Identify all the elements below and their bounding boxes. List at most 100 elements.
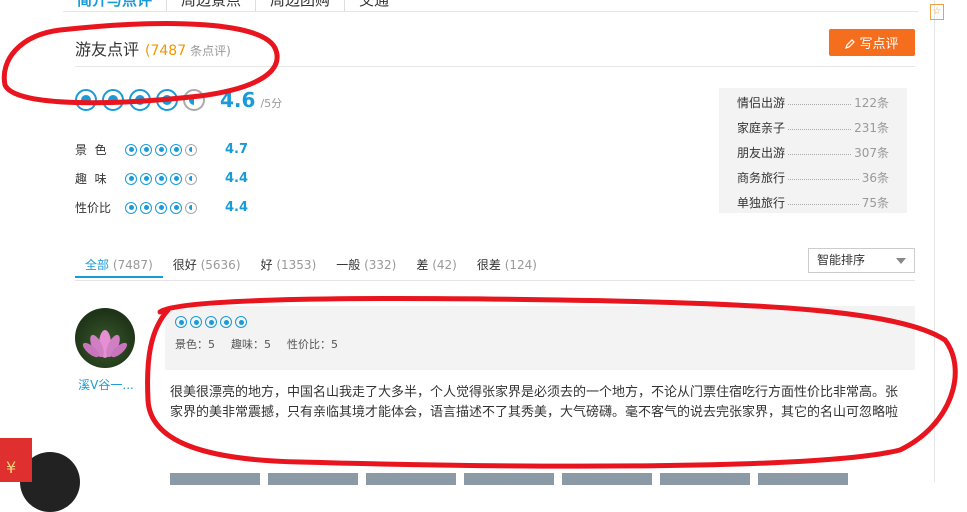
sub-score-row: 性价比 4.4 (75, 193, 248, 222)
rating-dot-icon (125, 201, 137, 214)
yuan-icon: ¥ (6, 458, 17, 477)
review-photo-strip (170, 473, 848, 485)
review-rating-dots (175, 316, 905, 328)
sub-score-value: 4.4 (225, 171, 249, 186)
sub-score-row: 趣 味 4.4 (75, 164, 248, 193)
panel-border (934, 0, 935, 482)
rating-dot-icon (155, 201, 167, 214)
rating-half-dot-icon (185, 201, 197, 214)
filter-tab-count: (42) (432, 258, 457, 272)
overall-score: 4.6 (220, 88, 256, 112)
filter-tab-very-good[interactable]: 很好 (5636) (163, 252, 251, 278)
sort-selected-value: 智能排序 (817, 253, 866, 267)
travel-type-count: 36条 (861, 171, 889, 185)
pencil-icon (845, 38, 856, 49)
filter-divider (75, 280, 915, 281)
share-icon[interactable]: ☆ (930, 4, 944, 20)
rating-dot-icon (190, 316, 202, 328)
lotus-flower-icon (82, 330, 128, 358)
travel-type-count: 307条 (854, 146, 889, 160)
travel-type-row[interactable]: 单独旅行 75条 (737, 190, 889, 215)
section-title-text: 游友点评 (75, 40, 140, 59)
chevron-down-icon (896, 258, 906, 264)
dotted-leader (788, 153, 852, 155)
rating-dot-icon (129, 89, 151, 111)
rating-dot-icon (205, 316, 217, 328)
filter-tab-label: 很好 (172, 258, 197, 272)
filter-tab-label: 差 (416, 258, 429, 272)
travel-type-label: 朋友出游 (737, 146, 786, 160)
review-rating-box: 景色：5 趣味：5 性价比：5 (165, 306, 915, 370)
review-photo[interactable] (758, 473, 848, 485)
rating-dot-icon (170, 201, 182, 214)
filter-tab-count: (5636) (200, 258, 241, 272)
review-sub-scenery: 景色：5 (175, 338, 215, 351)
rating-dot-icon (170, 172, 182, 185)
rating-dot-icon (175, 316, 187, 328)
rating-dot-icon (156, 89, 178, 111)
rating-dot-icon (170, 143, 182, 156)
rating-dot-icon (140, 172, 152, 185)
review-photo[interactable] (562, 473, 652, 485)
filter-tab-count: (1353) (276, 258, 317, 272)
review-sub-scores: 景色：5 趣味：5 性价比：5 (175, 336, 905, 352)
filter-tab-good[interactable]: 好 (1353) (251, 252, 327, 278)
rating-dot-icon (220, 316, 232, 328)
dotted-leader (788, 203, 859, 205)
filter-tab-label: 好 (260, 258, 273, 272)
top-divider (63, 11, 918, 12)
travel-type-row[interactable]: 家庭亲子 231条 (737, 115, 889, 140)
travel-type-count: 231条 (854, 121, 889, 135)
rating-dot-icon (125, 143, 137, 156)
rating-dot-icon (125, 172, 137, 185)
sub-score-row: 景 色 4.7 (75, 135, 248, 164)
rating-dot-icon (140, 143, 152, 156)
filter-tab-poor[interactable]: 差 (42) (406, 252, 466, 278)
sub-score-dots (125, 201, 225, 214)
write-review-label: 写点评 (859, 37, 899, 52)
review-count-unit: 条点评) (190, 44, 231, 58)
avatar[interactable] (75, 308, 135, 368)
write-review-button[interactable]: 写点评 (829, 29, 915, 56)
review-photo[interactable] (464, 473, 554, 485)
sub-score-dots (125, 143, 225, 156)
travel-type-row[interactable]: 情侣出游 122条 (737, 90, 889, 115)
sub-score-dots (125, 172, 225, 185)
dotted-leader (788, 128, 852, 130)
review-filter-tabs: 全部 (7487) 很好 (5636) 好 (1353) 一般 (332) 差 … (75, 252, 547, 278)
title-divider (75, 66, 915, 67)
sub-score-value: 4.4 (225, 200, 249, 215)
review-photo[interactable] (268, 473, 358, 485)
filter-tab-count: (7487) (112, 258, 153, 272)
review-photo[interactable] (170, 473, 260, 485)
filter-tab-all[interactable]: 全部 (7487) (75, 252, 163, 278)
travel-type-row[interactable]: 商务旅行 36条 (737, 165, 889, 190)
travel-type-summary: 情侣出游 122条 家庭亲子 231条 朋友出游 307条 商务旅行 36条 单独旅行 7… (719, 88, 907, 213)
rating-dot-icon (75, 89, 97, 111)
rating-dot-icon (235, 316, 247, 328)
review-count: 7487 (150, 43, 187, 59)
review-photo[interactable] (366, 473, 456, 485)
filter-tab-average[interactable]: 一般 (332) (326, 252, 406, 278)
review-sub-fun: 趣味：5 (231, 338, 271, 351)
rating-half-dot-icon (183, 89, 205, 111)
rating-dot-icon (140, 201, 152, 214)
rating-dot-icon (102, 89, 124, 111)
review-text: 很美很漂亮的地方，中国名山我走了大多半，个人觉得张家界是必须去的一个地方，不论从… (170, 385, 899, 420)
dotted-leader (788, 178, 859, 180)
filter-tab-label: 全部 (85, 258, 110, 272)
section-title: 游友点评 (7487 条点评) (75, 40, 231, 59)
sub-score-value: 4.7 (225, 142, 249, 157)
review-photo[interactable] (660, 473, 750, 485)
travel-type-row[interactable]: 朋友出游 307条 (737, 140, 889, 165)
filter-tab-very-poor[interactable]: 很差 (124) (467, 252, 547, 278)
rating-dot-icon (155, 172, 167, 185)
filter-tab-label: 很差 (476, 258, 501, 272)
travel-type-count: 75条 (861, 196, 889, 210)
travel-type-label: 单独旅行 (737, 196, 786, 210)
filter-tab-count: (124) (504, 258, 537, 272)
sort-dropdown[interactable]: 智能排序 (808, 248, 915, 273)
rating-half-dot-icon (185, 143, 197, 156)
reviewer-username[interactable]: 溪V谷一... (75, 376, 137, 393)
review-sub-value: 性价比：5 (287, 338, 338, 351)
